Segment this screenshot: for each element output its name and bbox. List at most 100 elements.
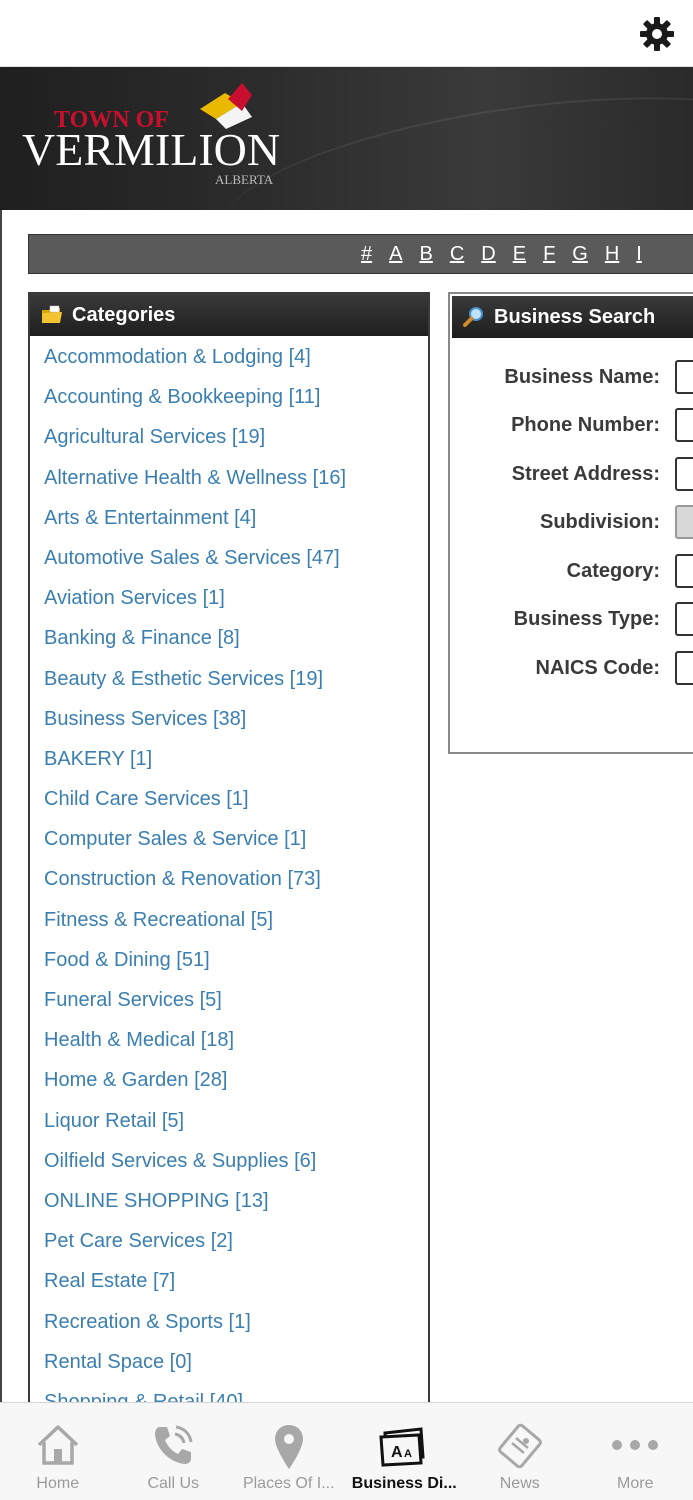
- app-screen: TOWN OF VERMILION ALBERTA # A B C D E F …: [0, 0, 693, 1500]
- alpha-link-i[interactable]: I: [636, 243, 642, 266]
- tab-more-label: More: [617, 1475, 654, 1492]
- category-link[interactable]: Banking & Finance [8]: [44, 627, 240, 649]
- category-link[interactable]: Alternative Health & Wellness [16]: [44, 467, 346, 489]
- list-item: Banking & Finance [8]: [44, 623, 428, 663]
- category-link[interactable]: Real Estate [7]: [44, 1270, 175, 1292]
- category-link[interactable]: Aviation Services [1]: [44, 587, 225, 609]
- alpha-link-a[interactable]: A: [389, 243, 402, 266]
- street-address-label: Street Address:: [511, 463, 660, 485]
- business-name-input[interactable]: [675, 360, 693, 394]
- category-link[interactable]: Pet Care Services [2]: [44, 1230, 233, 1252]
- search-title: Business Search: [494, 305, 656, 328]
- list-item: Shopping & Retail [40]: [44, 1387, 428, 1402]
- alpha-link-h[interactable]: H: [605, 243, 619, 266]
- list-item: Health & Medical [18]: [44, 1025, 428, 1065]
- town-logo: TOWN OF VERMILION ALBERTA: [22, 83, 280, 187]
- tab-call-us[interactable]: Call Us: [116, 1403, 232, 1500]
- list-item: ONLINE SHOPPING [13]: [44, 1186, 428, 1226]
- logo-vermilion: VERMILION: [22, 124, 280, 175]
- alpha-link-g[interactable]: G: [572, 243, 588, 266]
- alpha-link-hash[interactable]: #: [361, 243, 372, 266]
- street-address-row: Street Address:: [450, 457, 693, 493]
- alpha-link-b[interactable]: B: [419, 243, 432, 266]
- categories-title: Categories: [72, 303, 176, 326]
- category-link[interactable]: Accounting & Bookkeeping [11]: [44, 386, 320, 408]
- logo-alberta: ALBERTA: [215, 172, 274, 187]
- alpha-link-f[interactable]: F: [543, 243, 555, 266]
- list-item: Home & Garden [28]: [44, 1065, 428, 1105]
- category-link[interactable]: Health & Medical [18]: [44, 1029, 234, 1051]
- list-item: Accommodation & Lodging [4]: [44, 342, 428, 382]
- category-link[interactable]: Food & Dining [51]: [44, 949, 210, 971]
- category-link[interactable]: Funeral Services [5]: [44, 989, 222, 1011]
- street-address-input[interactable]: [675, 457, 693, 491]
- alphabet-bar: # A B C D E F G H I: [28, 234, 693, 274]
- list-item: BAKERY [1]: [44, 744, 428, 784]
- tab-more[interactable]: More: [578, 1403, 693, 1500]
- tab-home-label: Home: [36, 1475, 80, 1492]
- tab-news[interactable]: News: [462, 1403, 578, 1500]
- subdivision-row: Subdivision:: [450, 505, 693, 541]
- phone-number-label: Phone Number:: [511, 414, 660, 436]
- home-icon: [37, 1425, 78, 1465]
- category-link[interactable]: Home & Garden [28]: [44, 1069, 227, 1091]
- category-link[interactable]: Oilfield Services & Supplies [6]: [44, 1150, 316, 1172]
- category-label: Category:: [566, 560, 660, 582]
- news-icon: [497, 1423, 542, 1469]
- category-link[interactable]: Rental Space [0]: [44, 1351, 192, 1373]
- tab-business-directory[interactable]: A A Business Di...: [347, 1403, 463, 1500]
- list-item: Construction & Renovation [73]: [44, 864, 428, 904]
- category-link[interactable]: Computer Sales & Service [1]: [44, 828, 306, 850]
- top-bar: [0, 0, 693, 67]
- list-item: Computer Sales & Service [1]: [44, 824, 428, 864]
- tab-call-us-label: Call Us: [147, 1475, 200, 1492]
- phone-number-row: Phone Number:: [450, 408, 693, 444]
- category-link[interactable]: ONLINE SHOPPING [13]: [44, 1190, 269, 1212]
- list-item: Pet Care Services [2]: [44, 1226, 428, 1266]
- category-list: Accommodation & Lodging [4] Accounting &…: [30, 336, 428, 1402]
- list-item: Accounting & Bookkeeping [11]: [44, 382, 428, 422]
- subdivision-label: Subdivision:: [540, 511, 660, 533]
- list-item: Arts & Entertainment [4]: [44, 503, 428, 543]
- list-item: Food & Dining [51]: [44, 945, 428, 985]
- alpha-link-c[interactable]: C: [450, 243, 464, 266]
- category-link[interactable]: Child Care Services [1]: [44, 788, 249, 810]
- list-item: Recreation & Sports [1]: [44, 1307, 428, 1347]
- tab-business-directory-label: Business Di...: [351, 1475, 457, 1492]
- svg-text:A: A: [404, 1448, 412, 1460]
- subdivision-select[interactable]: [675, 505, 693, 539]
- category-link[interactable]: Fitness & Recreational [5]: [44, 909, 273, 931]
- naics-code-label: NAICS Code:: [535, 657, 660, 679]
- category-link[interactable]: Beauty & Esthetic Services [19]: [44, 668, 323, 690]
- directory-content: # A B C D E F G H I Categories Accommoda…: [0, 210, 693, 1402]
- list-item: Real Estate [7]: [44, 1266, 428, 1306]
- phone-number-input[interactable]: [675, 408, 693, 442]
- tab-home[interactable]: Home: [0, 1403, 116, 1500]
- alpha-link-d[interactable]: D: [481, 243, 495, 266]
- categories-header: Categories: [30, 294, 428, 336]
- category-link[interactable]: Agricultural Services [19]: [44, 426, 265, 448]
- business-search-panel: Business Search Business Name: Phone Num…: [448, 292, 693, 754]
- category-link[interactable]: BAKERY [1]: [44, 748, 152, 770]
- directory-icon: A A: [379, 1427, 425, 1467]
- category-link[interactable]: Construction & Renovation [73]: [44, 868, 321, 890]
- category-link[interactable]: Automotive Sales & Services [47]: [44, 547, 340, 569]
- naics-code-input[interactable]: [675, 651, 693, 685]
- gear-icon[interactable]: [637, 14, 677, 54]
- category-link[interactable]: Business Services [38]: [44, 708, 246, 730]
- svg-text:A: A: [391, 1444, 403, 1461]
- tab-places[interactable]: Places Of I...: [231, 1403, 347, 1500]
- category-link[interactable]: Shopping & Retail [40]: [44, 1391, 243, 1402]
- header-banner: TOWN OF VERMILION ALBERTA: [0, 67, 693, 210]
- alpha-link-e[interactable]: E: [513, 243, 526, 266]
- business-type-label: Business Type:: [513, 608, 660, 630]
- category-link[interactable]: Arts & Entertainment [4]: [44, 507, 256, 529]
- category-link[interactable]: Accommodation & Lodging [4]: [44, 346, 311, 368]
- category-link[interactable]: Liquor Retail [5]: [44, 1110, 184, 1132]
- category-link[interactable]: Recreation & Sports [1]: [44, 1311, 251, 1333]
- business-type-select[interactable]: [675, 602, 693, 636]
- list-item: Business Services [38]: [44, 704, 428, 744]
- category-select[interactable]: [675, 554, 693, 588]
- business-type-row: Business Type:: [450, 602, 693, 638]
- category-row: Category:: [450, 554, 693, 590]
